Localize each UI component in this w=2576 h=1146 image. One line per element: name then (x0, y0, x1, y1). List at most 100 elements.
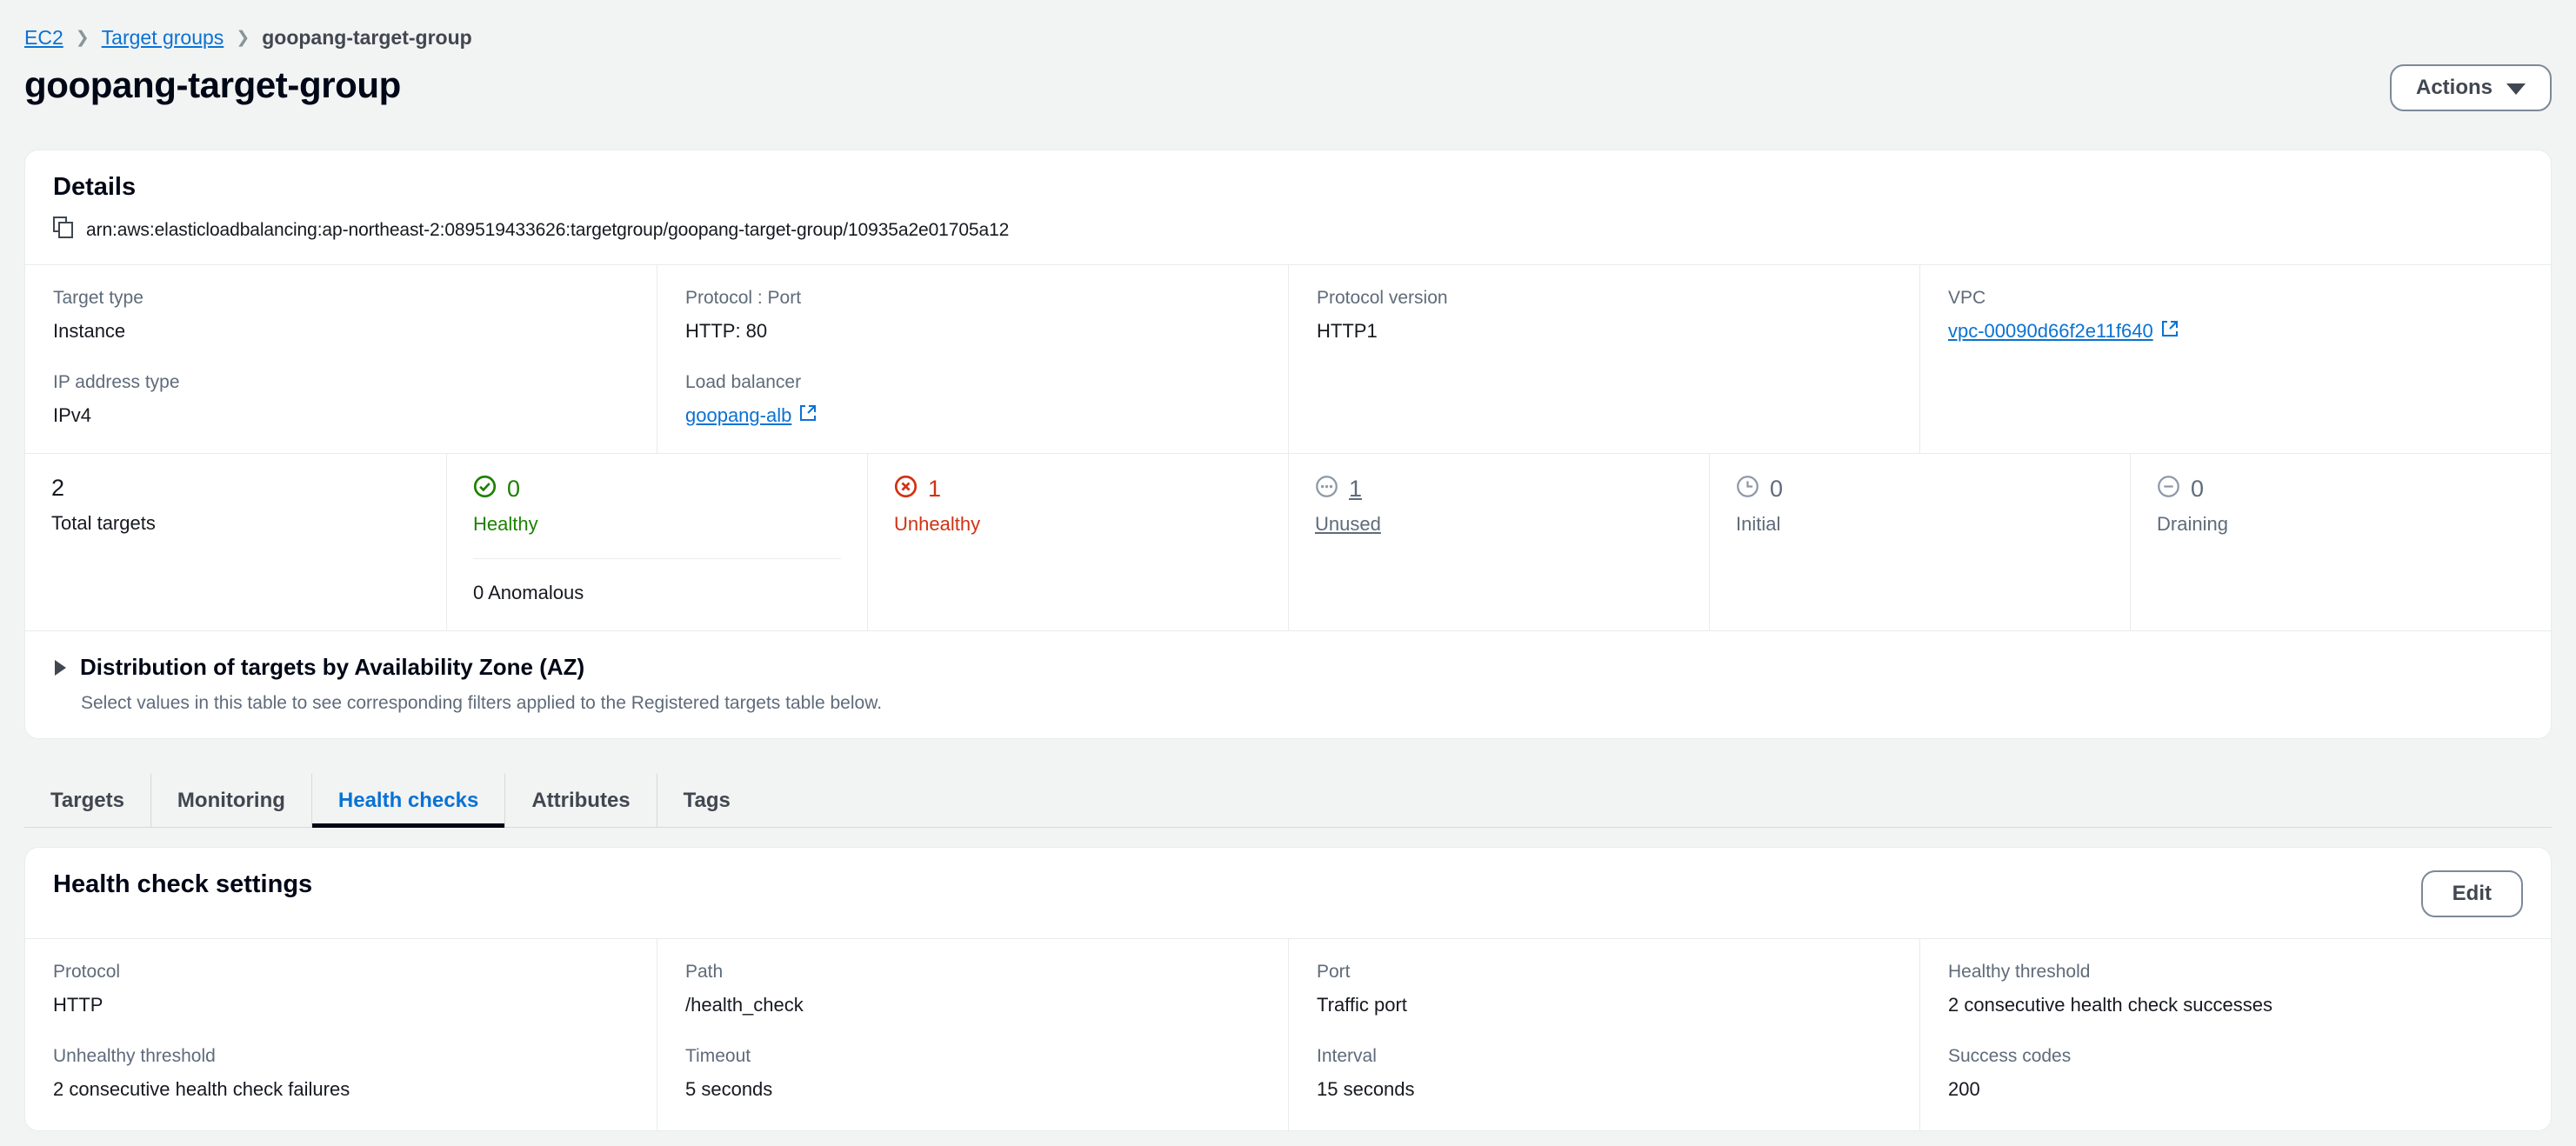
field-value: 200 (1948, 1078, 1980, 1100)
field-value: 2 consecutive health check failures (53, 1078, 350, 1100)
tab-targets[interactable]: Targets (24, 774, 150, 827)
field-label: Protocol (53, 962, 121, 982)
details-column-4: VPC vpc-00090d66f2e11f640 (1919, 265, 2551, 453)
status-count-row: 0 (2157, 475, 2525, 503)
field-label: Healthy threshold (1948, 962, 2091, 982)
status-count-row: 2 (51, 475, 420, 502)
health-check-column-3: Port Traffic port Interval 15 seconds (1288, 939, 1919, 1130)
field-protocol-port: Protocol : Port HTTP: 80 (685, 288, 1260, 343)
copy-icon[interactable] (53, 217, 74, 243)
field-label: Success codes (1948, 1046, 2072, 1066)
breadcrumb-separator: ❯ (75, 28, 90, 47)
status-count: 0 (2191, 475, 2205, 502)
load-balancer-link[interactable]: goopang-alb (685, 404, 817, 427)
field-value: 5 seconds (685, 1078, 773, 1100)
breadcrumb-item-target-groups[interactable]: Target groups (102, 26, 224, 50)
arn-value: arn:aws:elasticloadbalancing:ap-northeas… (86, 219, 1010, 240)
field-label: Port (1317, 962, 1351, 982)
details-card: Details arn:aws:elasticloadbalancing:ap-… (24, 150, 2552, 739)
field-protocol-version: Protocol version HTTP1 (1317, 288, 1892, 343)
page-header: goopang-target-group Actions (0, 52, 2576, 111)
status-label: Unhealthy (894, 513, 981, 535)
field-value: IPv4 (53, 404, 92, 426)
details-column-3: Protocol version HTTP1 (1288, 265, 1919, 453)
x-circle-icon (894, 475, 918, 503)
status-unhealthy: 1 Unhealthy (867, 454, 1288, 630)
field-value: /health_check (685, 994, 804, 1016)
field-protocol: Protocol HTTP (53, 962, 629, 1016)
actions-button-label: Actions (2415, 76, 2493, 99)
health-check-column-2: Path /health_check Timeout 5 seconds (657, 939, 1288, 1130)
field-success-codes: Success codes 200 (1948, 1046, 2523, 1101)
status-count-row: 1 (894, 475, 1262, 503)
field-unhealthy-threshold: Unhealthy threshold 2 consecutive health… (53, 1046, 629, 1101)
status-count: 1 (928, 475, 942, 502)
vpc-link[interactable]: vpc-00090d66f2e11f640 (1948, 320, 2179, 343)
triangle-right-icon (55, 659, 66, 676)
page-title: goopang-target-group (24, 64, 401, 105)
status-count-row: 0 (473, 475, 841, 503)
status-count: 0 (507, 475, 521, 502)
field-label: VPC (1948, 288, 1986, 308)
tab-monitoring[interactable]: Monitoring (150, 774, 311, 827)
status-count-link[interactable]: 1 (1349, 476, 1362, 503)
field-label: Path (685, 962, 724, 982)
status-initial: 0 Initial (1709, 454, 2130, 630)
edit-button[interactable]: Edit (2420, 870, 2523, 917)
field-healthy-threshold: Healthy threshold 2 consecutive health c… (1948, 962, 2523, 1016)
health-check-column-1: Protocol HTTP Unhealthy threshold 2 cons… (25, 939, 657, 1130)
status-healthy: 0 Healthy 0 Anomalous (446, 454, 867, 630)
field-value: 2 consecutive health check successes (1948, 994, 2272, 1016)
field-value: HTTP (53, 994, 103, 1016)
status-anomalous-sub: 0 Anomalous (473, 558, 841, 604)
field-value: Traffic port (1317, 994, 1407, 1016)
details-card-header: Details arn:aws:elasticloadbalancing:ap-… (25, 150, 2551, 265)
ellipsis-circle-icon (1315, 475, 1338, 503)
status-label-link[interactable]: Unused (1315, 513, 1683, 536)
field-value: HTTP: 80 (685, 320, 768, 342)
clock-circle-icon (1736, 475, 1759, 503)
vpc-link-label: vpc-00090d66f2e11f640 (1948, 320, 2153, 342)
status-label: Initial (1736, 513, 1781, 535)
status-label: Draining (2157, 513, 2228, 535)
status-count: 0 (1770, 475, 1784, 502)
health-check-settings-card: Health check settings Edit Protocol HTTP… (24, 847, 2552, 1131)
distribution-title: Distribution of targets by Availability … (80, 654, 585, 680)
details-grid: Target type Instance IP address type IPv… (25, 265, 2551, 454)
status-unused: 1 Unused (1288, 454, 1709, 630)
status-label: Total targets (51, 512, 156, 534)
breadcrumb: EC2 ❯ Target groups ❯ goopang-target-gro… (0, 0, 2576, 52)
external-link-icon (799, 404, 817, 427)
tab-tags[interactable]: Tags (656, 774, 757, 827)
arn-row: arn:aws:elasticloadbalancing:ap-northeas… (53, 217, 1009, 243)
tab-attributes[interactable]: Attributes (504, 774, 656, 827)
field-label: Interval (1317, 1046, 1377, 1066)
status-count: 2 (51, 475, 65, 501)
breadcrumb-item-current: goopang-target-group (262, 25, 472, 49)
details-column-1: Target type Instance IP address type IPv… (25, 265, 657, 453)
breadcrumb-item-ec2[interactable]: EC2 (24, 26, 63, 50)
field-value: 15 seconds (1317, 1078, 1415, 1100)
status-count-row: 1 (1315, 475, 1683, 503)
field-ip-address-type: IP address type IPv4 (53, 372, 629, 427)
health-check-grid: Protocol HTTP Unhealthy threshold 2 cons… (25, 939, 2551, 1130)
breadcrumb-separator: ❯ (236, 28, 250, 47)
tab-bar: Targets Monitoring Health checks Attribu… (24, 774, 2552, 828)
field-port: Port Traffic port (1317, 962, 1892, 1016)
details-title: Details (53, 173, 137, 201)
field-label: Protocol : Port (685, 288, 802, 308)
status-draining: 0 Draining (2130, 454, 2551, 630)
status-total-targets: 2 Total targets (25, 454, 446, 630)
field-interval: Interval 15 seconds (1317, 1046, 1892, 1101)
distribution-section: Distribution of targets by Availability … (25, 631, 2551, 738)
distribution-toggle[interactable]: Distribution of targets by Availability … (55, 654, 2523, 681)
distribution-description: Select values in this table to see corre… (81, 693, 883, 713)
actions-button[interactable]: Actions (2389, 64, 2552, 111)
field-path: Path /health_check (685, 962, 1260, 1016)
load-balancer-link-label: goopang-alb (685, 404, 792, 426)
field-label: Target type (53, 288, 143, 308)
tab-health-checks[interactable]: Health checks (310, 774, 505, 828)
details-column-2: Protocol : Port HTTP: 80 Load balancer g… (657, 265, 1288, 453)
health-check-column-4: Healthy threshold 2 consecutive health c… (1919, 939, 2551, 1130)
status-label: Healthy (473, 513, 538, 535)
